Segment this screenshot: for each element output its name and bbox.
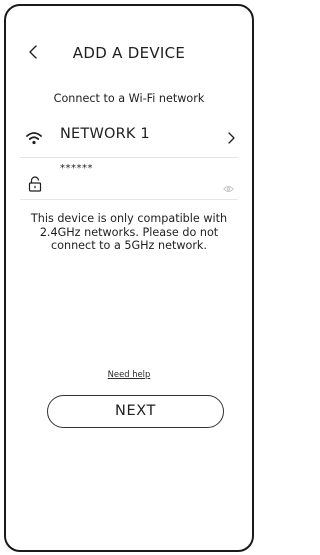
chevron-right-icon [228,132,235,144]
eye-icon[interactable] [223,185,234,193]
subtitle: Connect to a Wi-Fi network [53,92,205,105]
lock-icon [28,176,42,192]
wifi-icon [26,132,42,145]
compatibility-notice: This device is only compatible with 2.4G… [30,212,228,252]
password-value: ****** [60,163,93,174]
page-title: ADD A DEVICE [72,44,186,62]
phone-frame: ADD A DEVICE Connect to a Wi-Fi network … [4,4,254,552]
network-name: NETWORK 1 [60,126,150,142]
need-help-link[interactable]: Need help [6,369,252,379]
header: ADD A DEVICE [6,40,252,68]
password-field[interactable]: ****** [20,162,238,200]
network-selector[interactable]: NETWORK 1 [20,118,238,158]
next-button[interactable]: NEXT [47,395,224,428]
